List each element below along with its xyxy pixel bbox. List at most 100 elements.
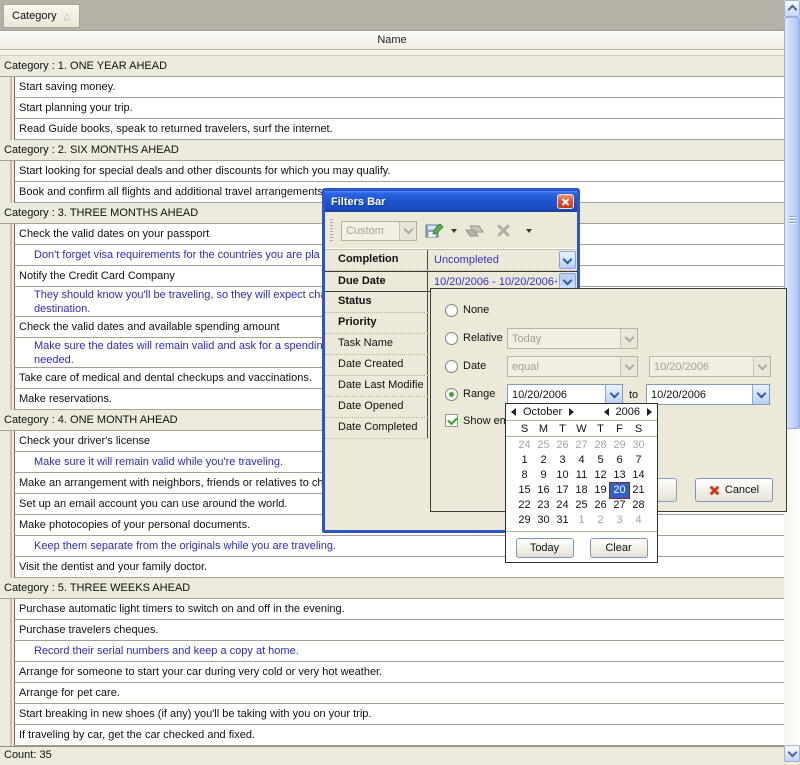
category-row[interactable]: Category : 2. SIX MONTHS AHEAD — [0, 140, 784, 161]
radio-none[interactable] — [445, 304, 458, 317]
calendar-day[interactable]: 10 — [553, 468, 572, 483]
save-options-caret-icon[interactable] — [451, 229, 457, 233]
calendar-day[interactable]: 4 — [629, 513, 648, 528]
dialog-titlebar[interactable]: Filters Bar — [325, 191, 577, 212]
toolbar-grip-handle[interactable] — [330, 219, 333, 243]
combo-dropdown-button[interactable] — [620, 357, 637, 376]
calendar-day[interactable]: 1 — [572, 513, 591, 528]
calendar-day[interactable]: 26 — [553, 438, 572, 453]
calendar-day[interactable]: 29 — [515, 513, 534, 528]
task-row[interactable]: Arrange for pet care. — [14, 683, 784, 704]
show-empty-checkbox[interactable] — [445, 414, 458, 427]
calendar-day[interactable]: 25 — [572, 498, 591, 513]
calendar-day[interactable]: 9 — [534, 468, 553, 483]
task-row[interactable]: If traveling by car, get the car checked… — [14, 725, 784, 746]
calendar-day[interactable]: 16 — [534, 483, 553, 498]
task-row[interactable]: Start looking for special deals and othe… — [14, 161, 784, 182]
task-row[interactable]: Read Guide books, speak to returned trav… — [14, 119, 784, 140]
calendar-day[interactable]: 12 — [591, 468, 610, 483]
filter-label: Date Last Modifie — [325, 376, 428, 396]
comment-row[interactable]: Keep them separate from the originals wh… — [14, 536, 784, 557]
clear-filter-button[interactable] — [462, 219, 486, 243]
name-column-header[interactable]: Name — [0, 31, 784, 50]
save-filter-button[interactable] — [422, 219, 446, 243]
date-value-combo[interactable]: 10/20/2006 — [649, 356, 771, 377]
filter-dropdown-button[interactable] — [559, 251, 576, 269]
calendar-day[interactable]: 24 — [553, 498, 572, 513]
radio-date[interactable] — [445, 360, 458, 373]
calendar-day[interactable]: 17 — [553, 483, 572, 498]
range-to-combo[interactable]: 10/20/2006 — [646, 384, 770, 405]
calendar-day[interactable]: 11 — [572, 468, 591, 483]
category-row[interactable]: Category : 5. THREE WEEKS AHEAD — [0, 578, 784, 599]
calendar-day[interactable]: 31 — [553, 513, 572, 528]
scroll-down-button[interactable] — [784, 745, 800, 762]
calendar-day[interactable]: 18 — [572, 483, 591, 498]
category-sort-button[interactable]: Category △ — [3, 4, 80, 28]
task-row[interactable]: Start planning your trip. — [14, 98, 784, 119]
scroll-up-button[interactable] — [784, 0, 800, 17]
calendar-day[interactable]: 4 — [572, 453, 591, 468]
calendar-day[interactable]: 3 — [610, 513, 629, 528]
calendar-day[interactable]: 8 — [515, 468, 534, 483]
calendar-day[interactable]: 23 — [534, 498, 553, 513]
calendar-day[interactable]: 26 — [591, 498, 610, 513]
task-row[interactable]: Purchase travelers cheques. — [14, 620, 784, 641]
radio-range[interactable] — [445, 388, 458, 401]
next-year-icon[interactable] — [647, 408, 652, 416]
calendar-day[interactable]: 2 — [534, 453, 553, 468]
comment-row[interactable]: Record their serial numbers and keep a c… — [14, 641, 784, 662]
date-operator-combo[interactable]: equal — [507, 356, 638, 377]
relative-date-value: Today — [512, 333, 541, 345]
calendar-day[interactable]: 6 — [610, 453, 629, 468]
task-row[interactable]: Arrange for someone to start your car du… — [14, 662, 784, 683]
combo-dropdown-button[interactable] — [605, 385, 622, 404]
calendar-day[interactable]: 28 — [591, 438, 610, 453]
range-from-combo[interactable]: 10/20/2006 — [507, 384, 623, 405]
saved-filter-combo[interactable]: Custom — [341, 221, 417, 241]
calendar-day[interactable]: 2 — [591, 513, 610, 528]
chevron-down-icon — [403, 225, 413, 235]
calendar-day[interactable]: 30 — [534, 513, 553, 528]
calendar-day[interactable]: 27 — [572, 438, 591, 453]
calendar-day-selected[interactable]: 20 — [610, 483, 629, 498]
previous-month-icon[interactable] — [511, 408, 516, 416]
calendar-day[interactable]: 30 — [629, 438, 648, 453]
radio-relative[interactable] — [445, 332, 458, 345]
calendar-day[interactable]: 22 — [515, 498, 534, 513]
calendar-day[interactable]: 24 — [515, 438, 534, 453]
task-row[interactable]: Start saving money. — [14, 77, 784, 98]
calendar-day[interactable]: 13 — [610, 468, 629, 483]
calendar-day[interactable]: 5 — [591, 453, 610, 468]
task-row[interactable]: Visit the dentist and your family doctor… — [14, 557, 784, 578]
calendar-day[interactable]: 19 — [591, 483, 610, 498]
calendar-day[interactable]: 21 — [629, 483, 648, 498]
calendar-day[interactable]: 14 — [629, 468, 648, 483]
calendar-day[interactable]: 15 — [515, 483, 534, 498]
previous-year-icon[interactable] — [604, 408, 609, 416]
cancel-button[interactable]: Cancel — [695, 478, 773, 502]
calendar-day[interactable]: 28 — [629, 498, 648, 513]
calendar-day[interactable]: 3 — [553, 453, 572, 468]
calendar-day[interactable]: 25 — [534, 438, 553, 453]
clear-button[interactable]: Clear — [590, 538, 648, 558]
calendar-day[interactable]: 7 — [629, 453, 648, 468]
calendar-day[interactable]: 1 — [515, 453, 534, 468]
close-button[interactable] — [557, 194, 574, 209]
combo-dropdown-button[interactable] — [399, 222, 416, 240]
calendar-day[interactable]: 29 — [610, 438, 629, 453]
relative-date-combo[interactable]: Today — [507, 328, 638, 349]
task-row[interactable]: Start breaking in new shoes (if any) you… — [14, 704, 784, 725]
combo-dropdown-button[interactable] — [753, 357, 770, 376]
calendar-day[interactable]: 27 — [610, 498, 629, 513]
filter-row[interactable]: CompletionUncompleted — [325, 250, 577, 271]
task-row[interactable]: Purchase automatic light timers to switc… — [14, 599, 784, 620]
delete-filter-button[interactable] — [491, 219, 515, 243]
category-row[interactable]: Category : 1. ONE YEAR AHEAD — [0, 56, 784, 77]
combo-dropdown-button[interactable] — [752, 385, 769, 404]
combo-dropdown-button[interactable] — [620, 329, 637, 348]
today-button[interactable]: Today — [516, 538, 574, 558]
more-options-caret-icon[interactable] — [526, 229, 532, 233]
filter-value-cell[interactable]: Uncompleted — [428, 250, 577, 270]
next-month-icon[interactable] — [569, 408, 574, 416]
